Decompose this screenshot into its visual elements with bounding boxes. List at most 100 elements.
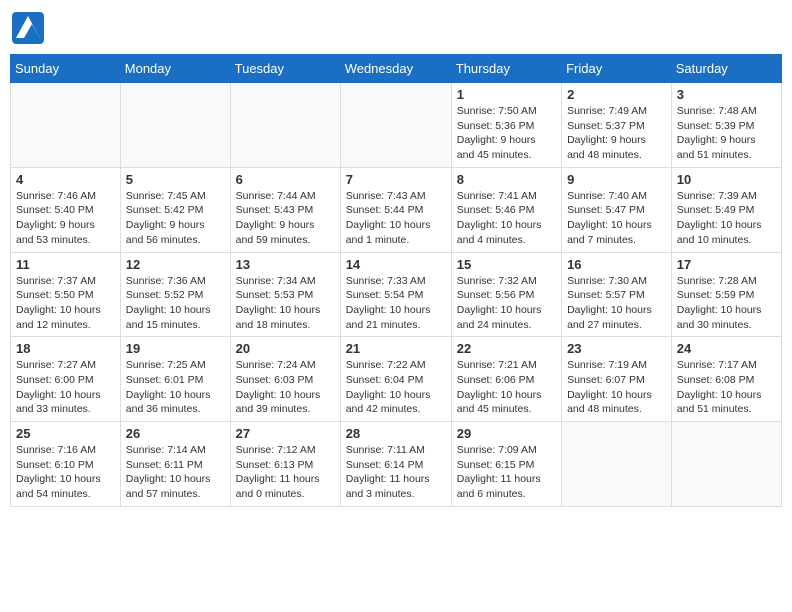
calendar-cell: 18Sunrise: 7:27 AMSunset: 6:00 PMDayligh… — [11, 337, 121, 422]
day-number: 14 — [346, 257, 446, 272]
calendar-cell: 5Sunrise: 7:45 AMSunset: 5:42 PMDaylight… — [120, 167, 230, 252]
calendar-cell: 3 Sunrise: 7:48 AMSunset: 5:39 PMDaylight… — [671, 83, 781, 168]
day-number: 12 — [126, 257, 225, 272]
day-number: 11 — [16, 257, 115, 272]
day-info: Sunrise: 7:09 AMSunset: 6:15 PMDaylight:… — [457, 443, 556, 502]
day-number: 22 — [457, 341, 556, 356]
day-number: 17 — [677, 257, 776, 272]
logo-icon — [10, 10, 46, 46]
weekday-header-wednesday: Wednesday — [340, 55, 451, 83]
day-info: Sunrise: 7:28 AMSunset: 5:59 PMDaylight:… — [677, 274, 776, 333]
calendar-week-5: 25 Sunrise: 7:16 AMSunset: 6:10 PMDayligh… — [11, 422, 782, 507]
day-info: Sunrise: 7:49 AMSunset: 5:37 PMDaylight:… — [567, 104, 666, 163]
calendar-cell: 15 Sunrise: 7:32 AMSunset: 5:56 PMDayligh… — [451, 252, 561, 337]
day-number: 8 — [457, 172, 556, 187]
day-number: 6 — [236, 172, 335, 187]
calendar-cell — [11, 83, 121, 168]
day-info: Sunrise: 7:44 AMSunset: 5:43 PMDaylight:… — [236, 189, 335, 248]
day-info: Sunrise: 7:39 AMSunset: 5:49 PMDaylight:… — [677, 189, 776, 248]
day-info: Sunrise: 7:16 AMSunset: 6:10 PMDaylight:… — [16, 443, 115, 502]
day-info: Sunrise: 7:48 AMSunset: 5:39 PMDaylight:… — [677, 104, 776, 163]
day-number: 9 — [567, 172, 666, 187]
calendar-cell: 23 Sunrise: 7:19 AMSunset: 6:07 PMDayligh… — [562, 337, 672, 422]
day-info: Sunrise: 7:45 AMSunset: 5:42 PMDaylight:… — [126, 189, 225, 248]
calendar-cell: 1 Sunrise: 7:50 AMSunset: 5:36 PMDaylight… — [451, 83, 561, 168]
day-number: 16 — [567, 257, 666, 272]
calendar-cell: 8 Sunrise: 7:41 AMSunset: 5:46 PMDaylight… — [451, 167, 561, 252]
weekday-header-saturday: Saturday — [671, 55, 781, 83]
calendar-cell: 6 Sunrise: 7:44 AMSunset: 5:43 PMDaylight… — [230, 167, 340, 252]
calendar-cell: 26Sunrise: 7:14 AMSunset: 6:11 PMDayligh… — [120, 422, 230, 507]
calendar-cell: 22 Sunrise: 7:21 AMSunset: 6:06 PMDayligh… — [451, 337, 561, 422]
day-info: Sunrise: 7:14 AMSunset: 6:11 PMDaylight:… — [126, 443, 225, 502]
calendar-cell: 24 Sunrise: 7:17 AMSunset: 6:08 PMDayligh… — [671, 337, 781, 422]
weekday-header-thursday: Thursday — [451, 55, 561, 83]
day-number: 23 — [567, 341, 666, 356]
day-number: 3 — [677, 87, 776, 102]
day-info: Sunrise: 7:24 AMSunset: 6:03 PMDaylight:… — [236, 358, 335, 417]
day-number: 27 — [236, 426, 335, 441]
day-info: Sunrise: 7:32 AMSunset: 5:56 PMDaylight:… — [457, 274, 556, 333]
day-number: 7 — [346, 172, 446, 187]
page-header — [10, 10, 782, 46]
day-info: Sunrise: 7:50 AMSunset: 5:36 PMDaylight:… — [457, 104, 556, 163]
calendar-cell: 11 Sunrise: 7:37 AMSunset: 5:50 PMDayligh… — [11, 252, 121, 337]
calendar-cell — [562, 422, 672, 507]
day-number: 10 — [677, 172, 776, 187]
day-info: Sunrise: 7:37 AMSunset: 5:50 PMDaylight:… — [16, 274, 115, 333]
calendar-cell: 16Sunrise: 7:30 AMSunset: 5:57 PMDayligh… — [562, 252, 672, 337]
day-number: 1 — [457, 87, 556, 102]
calendar-cell: 29 Sunrise: 7:09 AMSunset: 6:15 PMDayligh… — [451, 422, 561, 507]
day-number: 29 — [457, 426, 556, 441]
calendar-cell: 14 Sunrise: 7:33 AMSunset: 5:54 PMDayligh… — [340, 252, 451, 337]
calendar-cell: 13Sunrise: 7:34 AMSunset: 5:53 PMDayligh… — [230, 252, 340, 337]
weekday-header-tuesday: Tuesday — [230, 55, 340, 83]
calendar-week-3: 11 Sunrise: 7:37 AMSunset: 5:50 PMDayligh… — [11, 252, 782, 337]
calendar-table: SundayMondayTuesdayWednesdayThursdayFrid… — [10, 54, 782, 507]
day-number: 25 — [16, 426, 115, 441]
calendar-cell — [340, 83, 451, 168]
day-number: 15 — [457, 257, 556, 272]
calendar-cell: 19 Sunrise: 7:25 AMSunset: 6:01 PMDayligh… — [120, 337, 230, 422]
day-number: 18 — [16, 341, 115, 356]
day-info: Sunrise: 7:34 AMSunset: 5:53 PMDaylight:… — [236, 274, 335, 333]
day-number: 21 — [346, 341, 446, 356]
calendar-cell: 2 Sunrise: 7:49 AMSunset: 5:37 PMDaylight… — [562, 83, 672, 168]
calendar-cell — [230, 83, 340, 168]
calendar-week-1: 1 Sunrise: 7:50 AMSunset: 5:36 PMDaylight… — [11, 83, 782, 168]
day-info: Sunrise: 7:21 AMSunset: 6:06 PMDaylight:… — [457, 358, 556, 417]
calendar-cell: 10 Sunrise: 7:39 AMSunset: 5:49 PMDayligh… — [671, 167, 781, 252]
day-info: Sunrise: 7:11 AMSunset: 6:14 PMDaylight:… — [346, 443, 446, 502]
day-number: 19 — [126, 341, 225, 356]
day-info: Sunrise: 7:12 AMSunset: 6:13 PMDaylight:… — [236, 443, 335, 502]
day-info: Sunrise: 7:33 AMSunset: 5:54 PMDaylight:… — [346, 274, 446, 333]
day-info: Sunrise: 7:36 AMSunset: 5:52 PMDaylight:… — [126, 274, 225, 333]
calendar-cell: 21 Sunrise: 7:22 AMSunset: 6:04 PMDayligh… — [340, 337, 451, 422]
calendar-cell: 20Sunrise: 7:24 AMSunset: 6:03 PMDayligh… — [230, 337, 340, 422]
calendar-cell: 25 Sunrise: 7:16 AMSunset: 6:10 PMDayligh… — [11, 422, 121, 507]
day-info: Sunrise: 7:19 AMSunset: 6:07 PMDaylight:… — [567, 358, 666, 417]
day-info: Sunrise: 7:40 AMSunset: 5:47 PMDaylight:… — [567, 189, 666, 248]
weekday-header-monday: Monday — [120, 55, 230, 83]
day-info: Sunrise: 7:17 AMSunset: 6:08 PMDaylight:… — [677, 358, 776, 417]
day-info: Sunrise: 7:46 AMSunset: 5:40 PMDaylight:… — [16, 189, 115, 248]
day-info: Sunrise: 7:41 AMSunset: 5:46 PMDaylight:… — [457, 189, 556, 248]
day-number: 28 — [346, 426, 446, 441]
calendar-cell: 12 Sunrise: 7:36 AMSunset: 5:52 PMDayligh… — [120, 252, 230, 337]
day-info: Sunrise: 7:22 AMSunset: 6:04 PMDaylight:… — [346, 358, 446, 417]
day-number: 2 — [567, 87, 666, 102]
day-info: Sunrise: 7:25 AMSunset: 6:01 PMDaylight:… — [126, 358, 225, 417]
calendar-cell — [671, 422, 781, 507]
calendar-cell — [120, 83, 230, 168]
day-number: 4 — [16, 172, 115, 187]
weekday-header-friday: Friday — [562, 55, 672, 83]
calendar-cell: 9 Sunrise: 7:40 AMSunset: 5:47 PMDaylight… — [562, 167, 672, 252]
logo — [10, 10, 50, 46]
calendar-cell: 4 Sunrise: 7:46 AMSunset: 5:40 PMDaylight… — [11, 167, 121, 252]
weekday-header-sunday: Sunday — [11, 55, 121, 83]
day-info: Sunrise: 7:43 AMSunset: 5:44 PMDaylight:… — [346, 189, 446, 248]
day-number: 24 — [677, 341, 776, 356]
calendar-week-2: 4 Sunrise: 7:46 AMSunset: 5:40 PMDaylight… — [11, 167, 782, 252]
calendar-cell: 7 Sunrise: 7:43 AMSunset: 5:44 PMDaylight… — [340, 167, 451, 252]
calendar-cell: 17 Sunrise: 7:28 AMSunset: 5:59 PMDayligh… — [671, 252, 781, 337]
